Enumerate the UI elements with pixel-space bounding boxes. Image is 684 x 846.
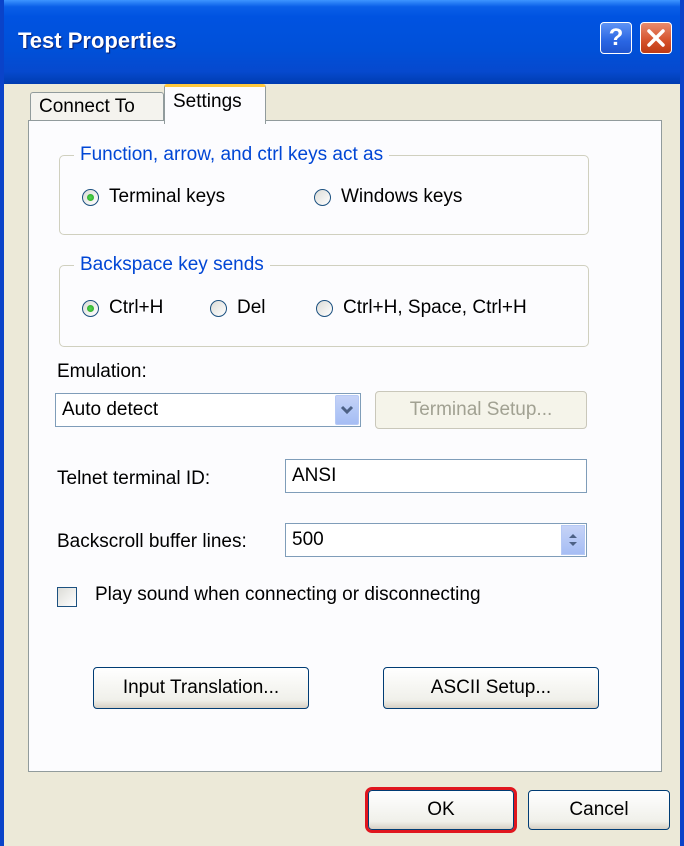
close-icon [647,29,665,47]
question-mark-icon: ? [608,24,624,51]
backscroll-input[interactable]: 500 [285,523,587,557]
radio-selected-icon [82,188,99,206]
backscroll-label: Backscroll buffer lines: [57,531,247,552]
telnet-id-input[interactable]: ANSI [285,459,587,493]
properties-dialog: Test Properties ? Connect To Settings Fu… [0,0,684,846]
telnet-id-label: Telnet terminal ID: [57,468,211,489]
title-bar[interactable]: Test Properties ? [4,0,680,84]
tab-connect-to[interactable]: Connect To [30,92,164,122]
emulation-value: Auto detect [62,399,159,420]
close-button[interactable] [640,22,672,54]
radio-unselected-icon [210,299,227,317]
radio-ctrl-h[interactable]: Ctrl+H [82,297,163,319]
settings-panel: Function, arrow, and ctrl keys act as Te… [28,120,662,772]
cancel-button[interactable]: Cancel [528,790,670,830]
window-title: Test Properties [18,28,177,53]
terminal-setup-button[interactable]: Terminal Setup... [375,391,587,429]
play-sound-checkbox[interactable] [57,587,77,607]
radio-del[interactable]: Del [210,297,266,319]
radio-windows-keys[interactable]: Windows keys [314,186,462,208]
function-keys-group: Function, arrow, and ctrl keys act as Te… [59,144,589,235]
dropdown-arrow-button[interactable] [335,395,359,425]
ok-button[interactable]: OK [365,787,517,833]
emulation-select[interactable]: Auto detect [55,393,361,427]
ascii-setup-button[interactable]: ASCII Setup... [383,667,599,709]
chevron-down-icon [340,405,354,415]
radio-unselected-icon [314,188,331,206]
function-keys-group-title: Function, arrow, and ctrl keys act as [74,144,390,166]
radio-unselected-icon [316,299,333,317]
help-button[interactable]: ? [600,22,632,54]
backscroll-spinner[interactable] [561,525,585,555]
radio-selected-icon [82,299,99,317]
radio-label: Terminal keys [109,186,226,207]
radio-label: Ctrl+H [109,297,164,318]
tab-settings[interactable]: Settings [164,84,266,124]
backspace-group-title: Backspace key sends [74,254,270,276]
radio-label: Del [237,297,266,318]
play-sound-label: Play sound when connecting or disconnect… [95,584,481,605]
spinner-arrows-icon [569,534,577,546]
emulation-label: Emulation: [57,361,147,382]
radio-label: Windows keys [341,186,463,207]
backspace-group: Backspace key sends Ctrl+H Del Ctrl+H, S… [59,254,589,347]
input-translation-button[interactable]: Input Translation... [93,667,309,709]
backscroll-value: 500 [292,529,324,550]
radio-ctrl-h-space[interactable]: Ctrl+H, Space, Ctrl+H [316,297,527,319]
radio-label: Ctrl+H, Space, Ctrl+H [343,297,527,318]
radio-terminal-keys[interactable]: Terminal keys [82,186,225,208]
